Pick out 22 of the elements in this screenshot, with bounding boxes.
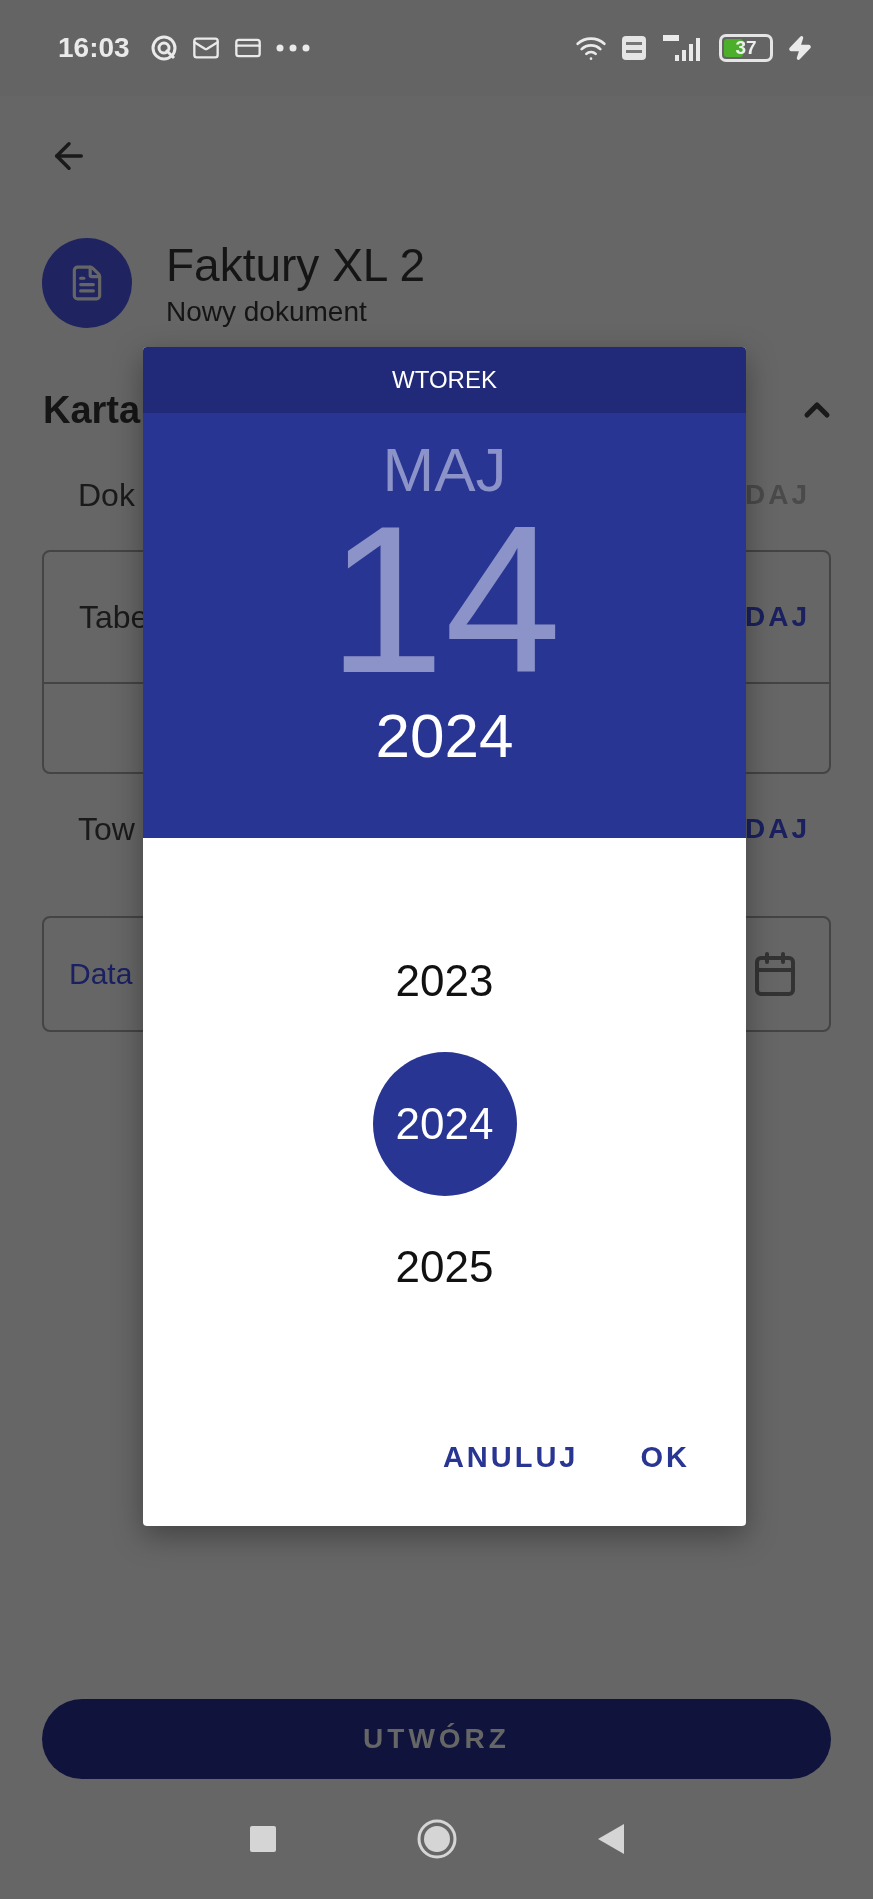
row-label: Dok xyxy=(78,476,135,514)
more-icon xyxy=(275,44,310,52)
page-subtitle: Nowy dokument xyxy=(166,296,368,328)
clock: 16:03 xyxy=(58,32,130,64)
cancel-button[interactable]: ANULUJ xyxy=(426,1429,595,1486)
hotspot-icon xyxy=(149,34,178,62)
year-option[interactable]: 2025 xyxy=(372,1194,517,1339)
section-title: Karta xyxy=(43,388,141,432)
ok-button[interactable]: OK xyxy=(624,1429,706,1486)
year-label[interactable]: 2024 xyxy=(375,701,514,771)
year-option[interactable]: 2023 xyxy=(372,908,517,1053)
page-title: Faktury XL 2 xyxy=(166,238,426,292)
month-label[interactable]: MAJ xyxy=(382,435,507,505)
home-icon[interactable] xyxy=(416,1819,457,1859)
weekday-label: WTOREK xyxy=(143,347,746,413)
back-nav-icon[interactable] xyxy=(596,1823,625,1855)
charging-icon xyxy=(787,35,813,61)
day-label[interactable]: 14 xyxy=(327,505,562,695)
row-label: Tow xyxy=(78,810,135,848)
year-option[interactable]: 2024 xyxy=(372,1051,517,1196)
recents-icon[interactable] xyxy=(248,1825,277,1853)
battery-icon: 37 xyxy=(719,34,773,62)
